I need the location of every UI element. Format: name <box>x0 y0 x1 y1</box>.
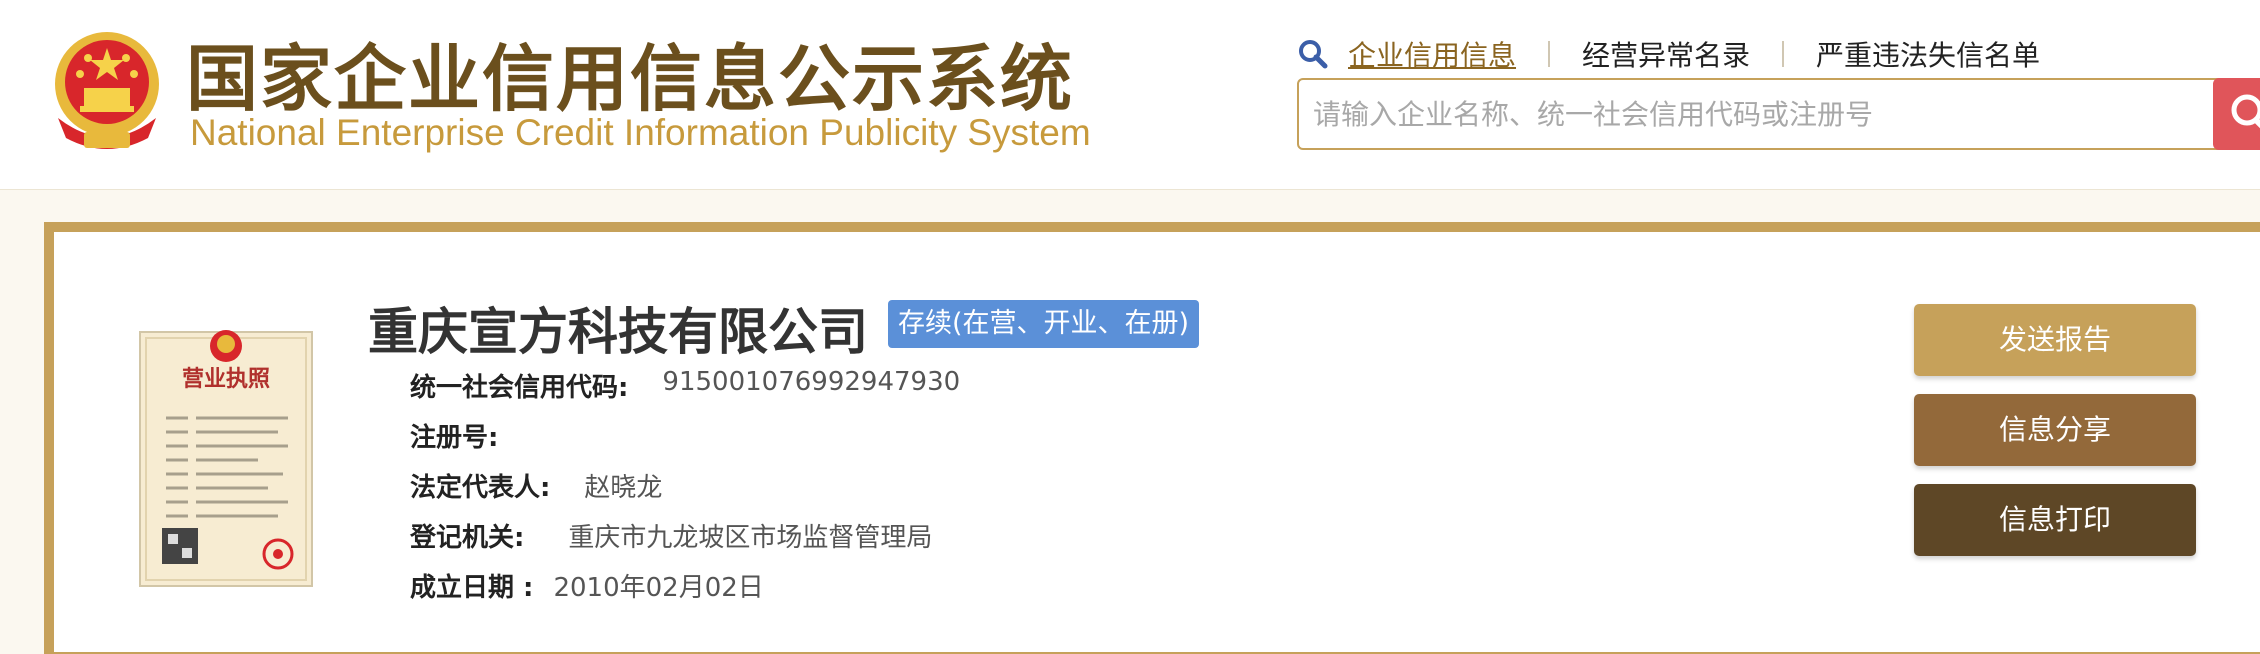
info-value: 赵晓龙 <box>584 473 663 503</box>
search-icon <box>1299 40 1328 69</box>
nav-divider <box>1548 41 1551 67</box>
info-credit-code: 统一社会信用代码: 915001076992947930 <box>410 367 960 404</box>
nav-credit-info[interactable]: 企业信用信息 <box>1348 34 1516 74</box>
top-nav: 企业信用信息 经营异常名录 严重违法失信名单 <box>1298 34 2040 74</box>
info-reg-number: 注册号: <box>410 417 532 454</box>
info-value: 重庆市九龙坡区市场监督管理局 <box>568 523 933 553</box>
business-license-image[interactable]: 营业执照 <box>138 314 314 588</box>
info-authority: 登记机关: 重庆市九龙坡区市场监督管理局 <box>410 517 932 554</box>
nav-abnormal-list[interactable]: 经营异常名录 <box>1582 34 1750 74</box>
info-label: 注册号: <box>410 423 499 453</box>
info-label: 统一社会信用代码: <box>410 373 629 403</box>
magnifier-icon <box>2231 94 2260 129</box>
send-report-button[interactable]: 发送报告 <box>1914 304 2196 376</box>
national-emblem-icon <box>55 32 159 149</box>
nav-divider <box>1782 41 1785 67</box>
search-box <box>1297 78 2227 150</box>
nav-blacklist[interactable]: 严重违法失信名单 <box>1816 34 2040 74</box>
company-name: 重庆宣方科技有限公司 <box>368 302 868 361</box>
print-info-button[interactable]: 信息打印 <box>1914 484 2196 556</box>
info-founded-date: 成立日期 : 2010年02月02日 <box>410 567 764 604</box>
info-label: 法定代表人: <box>410 473 551 503</box>
site-title-en: National Enterprise Credit Information P… <box>190 112 1091 153</box>
share-info-button[interactable]: 信息分享 <box>1914 394 2196 466</box>
info-label: 登记机关: <box>410 523 525 553</box>
license-title: 营业执照 <box>182 367 270 392</box>
info-label: 成立日期 : <box>410 573 534 603</box>
site-title-cn: 国家企业信用信息公示系统 <box>186 37 1075 121</box>
search-input[interactable] <box>1299 80 2225 148</box>
info-legal-rep: 法定代表人: 赵晓龙 <box>410 467 662 504</box>
site-header: 国家企业信用信息公示系统 National Enterprise Credit … <box>0 0 2260 190</box>
search-button[interactable] <box>2213 78 2260 150</box>
info-value: 2010年02月02日 <box>553 573 764 603</box>
info-value: 915001076992947930 <box>662 367 961 397</box>
status-badge: 存续(在营、开业、在册) <box>888 300 1200 348</box>
